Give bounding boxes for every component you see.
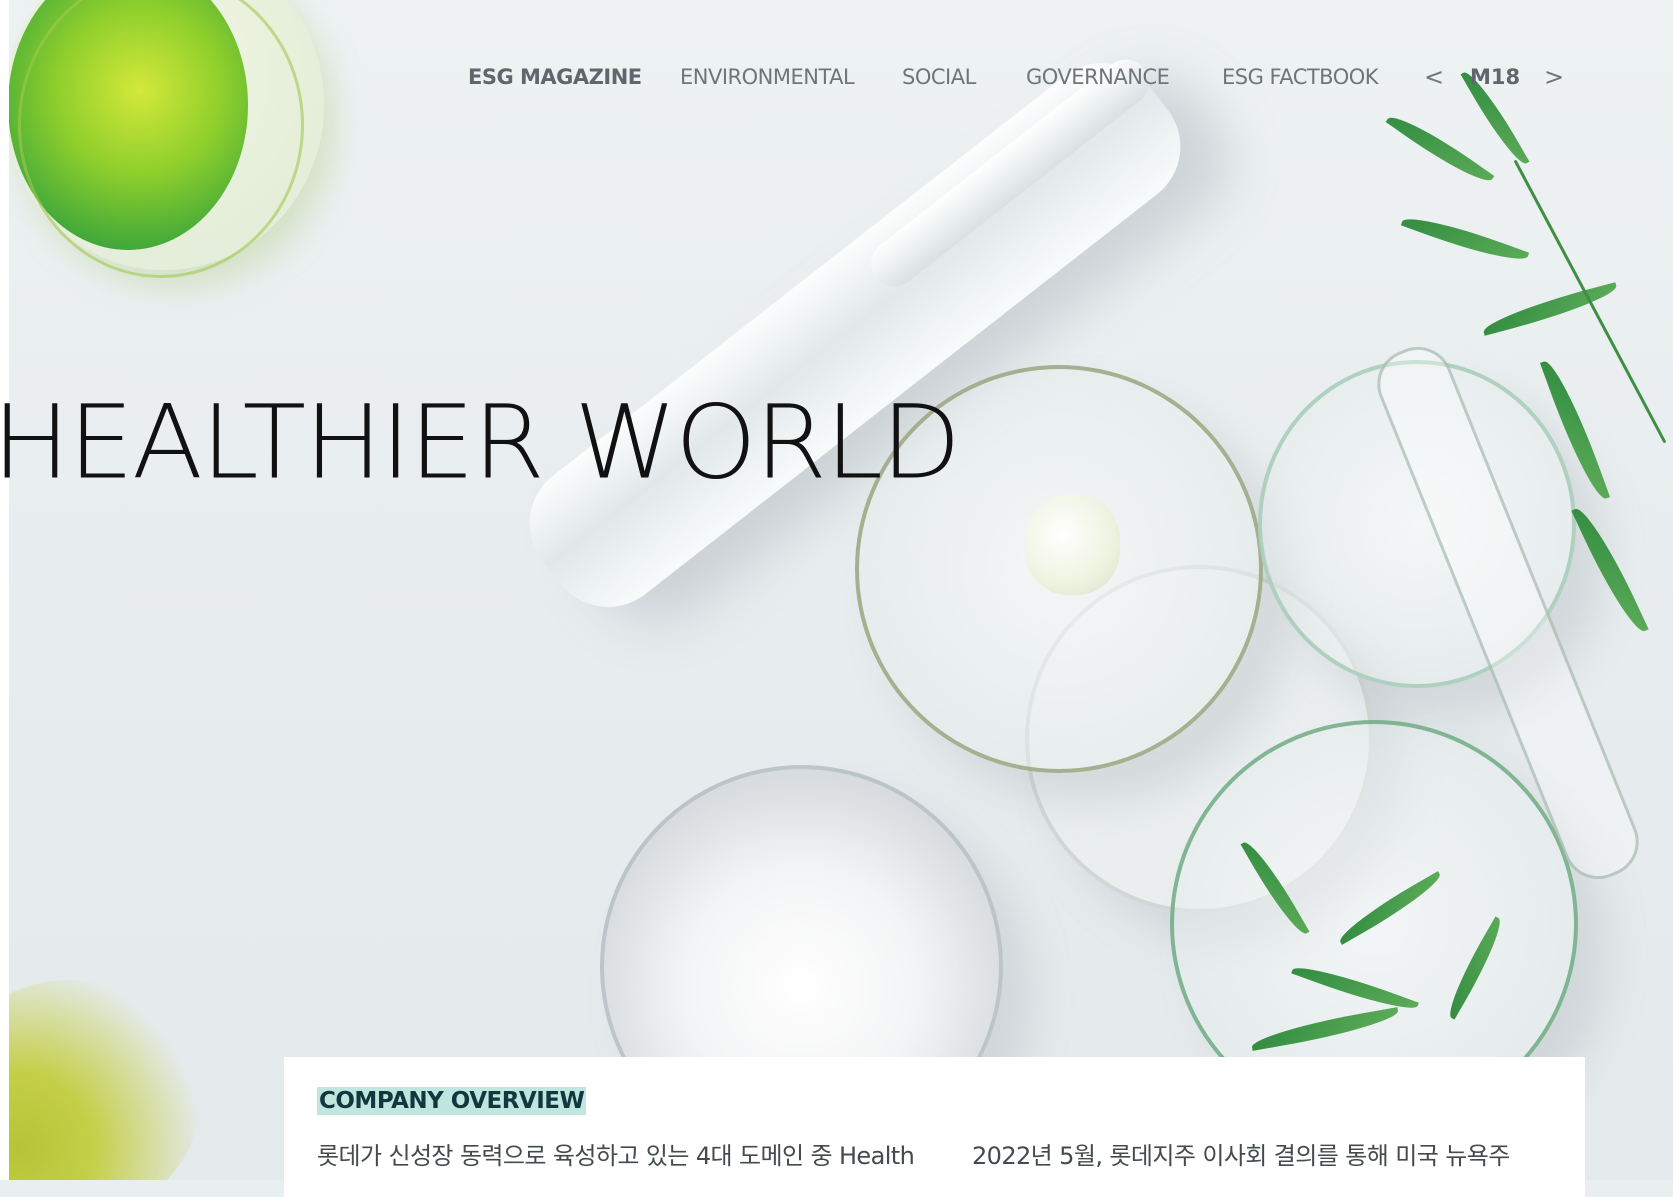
prev-issue-button[interactable]: < xyxy=(1424,62,1444,92)
leaf-image xyxy=(1385,107,1495,191)
hero-headline: HEALTHIER WORLD xyxy=(0,381,961,502)
leaf-image xyxy=(1571,502,1649,638)
next-issue-button[interactable]: > xyxy=(1544,62,1564,92)
issue-number: M18 xyxy=(1470,65,1521,89)
nav-item-environmental[interactable]: ENVIRONMENTAL xyxy=(680,62,855,92)
nav-item-social[interactable]: SOCIAL xyxy=(902,62,976,92)
stem-image xyxy=(1513,159,1667,444)
top-navigation: ESG MAGAZINE ENVIRONMENTAL SOCIAL GOVERN… xyxy=(0,62,1673,94)
left-edge-strip xyxy=(0,0,9,1180)
overview-paragraph-right: 2022년 5월, 롯데지주 이사회 결의를 통해 미국 뉴욕주 xyxy=(972,1142,1510,1170)
nav-item-esg-magazine[interactable]: ESG MAGAZINE xyxy=(468,62,642,92)
gel-drop-image xyxy=(1025,495,1120,595)
nav-item-esg-factbook[interactable]: ESG FACTBOOK xyxy=(1222,62,1379,92)
section-label: COMPANY OVERVIEW xyxy=(317,1087,587,1115)
leaf-image xyxy=(1400,208,1530,270)
green-powder-image xyxy=(0,980,200,1180)
beaker-rim-image xyxy=(18,0,304,278)
nav-item-governance[interactable]: GOVERNANCE xyxy=(1026,62,1170,92)
company-overview-card: COMPANY OVERVIEW 롯데가 신성장 동력으로 육성하고 있는 4대… xyxy=(284,1057,1585,1197)
leaf-image xyxy=(1480,282,1620,336)
overview-paragraph-left: 롯데가 신성장 동력으로 육성하고 있는 4대 도메인 중 Health xyxy=(317,1142,915,1170)
hero-background xyxy=(0,0,1673,1180)
